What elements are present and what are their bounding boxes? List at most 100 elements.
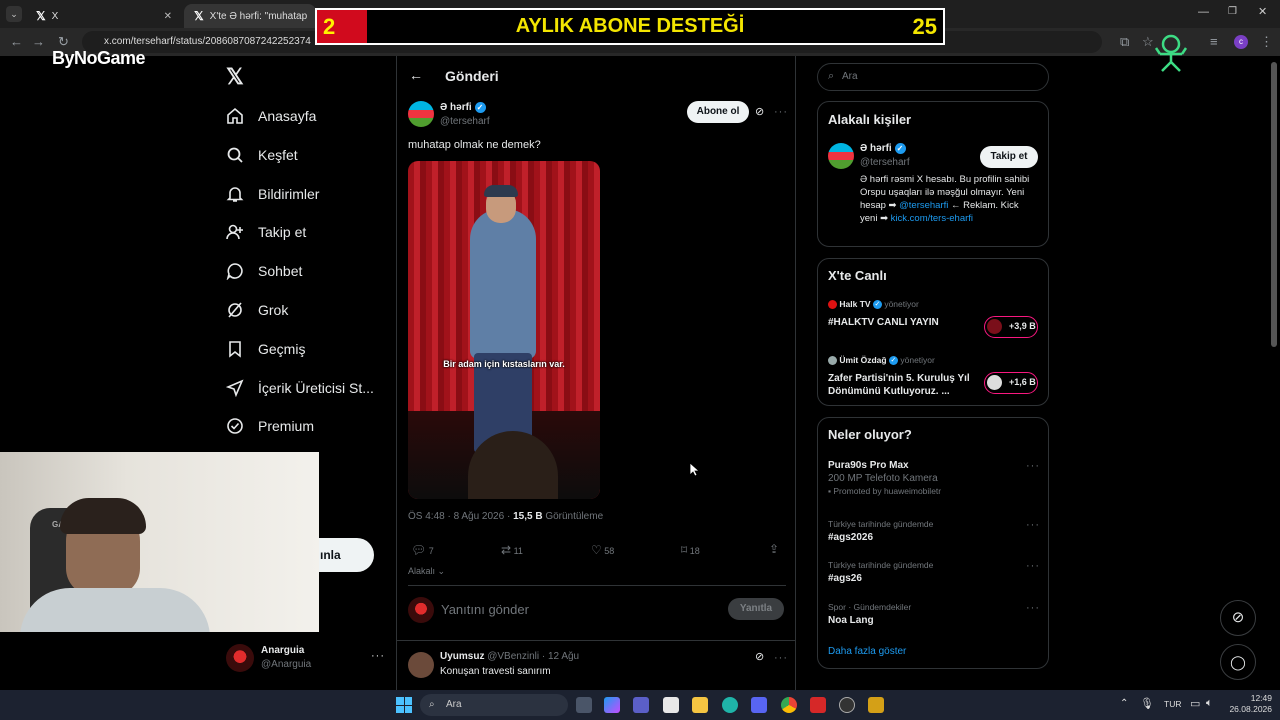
close-tab-icon[interactable]: ✕ xyxy=(164,11,172,22)
nav-history[interactable]: Geçmiş xyxy=(226,337,305,361)
subscribe-button[interactable]: Abone ol xyxy=(687,101,749,123)
chrome-icon[interactable] xyxy=(781,697,797,713)
trend-item[interactable]: Pura90s Pro Max 200 MP Telefoto Kamera ▪… xyxy=(828,460,1040,500)
copilot-icon[interactable] xyxy=(604,697,620,713)
more-icon[interactable]: ··· xyxy=(774,106,788,118)
live-title[interactable]: #HALKTV CANLI YAYIN xyxy=(828,317,939,328)
repost-action[interactable]: ⇄ 11 xyxy=(501,543,523,557)
cast-icon[interactable]: ⧉ xyxy=(1120,34,1129,50)
back-arrow-icon[interactable]: ← xyxy=(409,67,423,83)
microphone-icon[interactable]: 🎙︎ xyxy=(1140,697,1154,710)
app-icon-red[interactable] xyxy=(810,697,826,713)
comedian-figure xyxy=(470,209,536,359)
grok-icon[interactable]: ⊘ xyxy=(755,105,764,118)
rocket-icon xyxy=(226,379,244,397)
page-scrollbar[interactable] xyxy=(1271,62,1277,347)
related-handle[interactable]: @terseharf xyxy=(860,157,910,168)
share-icon[interactable]: ⇪ xyxy=(769,542,779,556)
bookmark-star-icon[interactable]: ☆ xyxy=(1142,34,1154,50)
account-switcher[interactable]: Anarguia @Anarguia ··· xyxy=(226,644,386,676)
volume-icon[interactable]: 🔈︎ xyxy=(1206,697,1213,710)
tab-x-post[interactable]: 𝕏 X'te Ə hərfi: "muhatap olma xyxy=(184,4,316,28)
taskbar-search[interactable]: ⌕ Ara xyxy=(420,694,568,716)
nav-premium[interactable]: Premium xyxy=(226,414,314,438)
more-icon[interactable]: ··· xyxy=(774,652,788,664)
nav-follow[interactable]: Takip et xyxy=(226,220,306,244)
relevance-dropdown[interactable]: Alakalı ⌄ xyxy=(408,566,445,577)
live-listeners-badge[interactable]: +1,6 B xyxy=(984,372,1038,394)
clock[interactable]: 12:49 26.08.2026 xyxy=(1222,693,1272,715)
more-icon[interactable]: ··· xyxy=(371,650,385,662)
nav-notifications[interactable]: Bildirimler xyxy=(226,182,319,206)
forward-icon[interactable]: → xyxy=(32,34,45,49)
bio-link[interactable]: kick.com/ters-eharfi xyxy=(891,213,973,224)
reply-author-name[interactable]: Uyumsuz xyxy=(440,651,484,662)
back-icon[interactable]: ← xyxy=(10,34,23,49)
display-icon[interactable]: ▭ xyxy=(1190,697,1200,710)
nav-home[interactable]: Anasayfa xyxy=(226,104,316,128)
media-control-icon[interactable]: ≡ xyxy=(1210,34,1218,49)
obs-icon[interactable] xyxy=(839,697,855,713)
reply-avatar[interactable] xyxy=(408,652,434,678)
trend-item[interactable]: Spor · Gündemdekiler Noa Lang ··· xyxy=(828,602,1040,632)
trend-item[interactable]: Türkiye tarihinde gündemde #ags2026 ··· xyxy=(828,519,1040,549)
more-icon[interactable]: ··· xyxy=(1026,460,1040,472)
live-host[interactable]: Halk TV ✓ yönetiyor xyxy=(828,299,919,310)
live-listeners-badge[interactable]: +3,9 B xyxy=(984,316,1038,338)
search-box[interactable]: ⌕ Ara xyxy=(817,63,1049,91)
app-icon-yellow[interactable] xyxy=(868,697,884,713)
home-icon xyxy=(226,107,244,125)
language-indicator[interactable]: TUR xyxy=(1164,699,1181,709)
discord-icon[interactable] xyxy=(751,697,767,713)
nav-creator-studio[interactable]: İçerik Üreticisi St... xyxy=(226,376,374,400)
x-logo-icon[interactable]: 𝕏 xyxy=(226,64,244,90)
follow-button[interactable]: Takip et xyxy=(980,146,1038,168)
edge-icon[interactable] xyxy=(722,697,738,713)
tray-chevron-icon[interactable]: ⌃ xyxy=(1120,698,1128,709)
reply-author-handle[interactable]: @VBenzinli xyxy=(487,651,539,662)
related-avatar[interactable] xyxy=(828,143,854,169)
teams-icon[interactable] xyxy=(633,697,649,713)
reply-header: Uyumsuz @VBenzinli · 12 Ağu xyxy=(440,651,579,662)
messages-float-button[interactable]: ◯ xyxy=(1220,644,1256,680)
tab-list-button[interactable]: ⌄ xyxy=(6,6,22,22)
minimize-button[interactable]: — xyxy=(1198,6,1209,18)
premium-icon xyxy=(226,417,244,435)
profile-avatar[interactable]: c xyxy=(1234,35,1248,49)
more-icon[interactable]: ··· xyxy=(1026,602,1040,614)
live-title[interactable]: Zafer Partisi'nin 5. Kuruluş Yıl Dönümün… xyxy=(828,372,978,398)
grok-icon[interactable]: ⊘ xyxy=(755,650,764,663)
show-more-link[interactable]: Daha fazla göster xyxy=(828,646,906,657)
file-explorer-icon[interactable] xyxy=(692,697,708,713)
grok-float-button[interactable]: ⊘ xyxy=(1220,600,1256,636)
reply-button[interactable]: Yanıtla xyxy=(728,598,784,620)
nav-chat[interactable]: Sohbet xyxy=(226,259,302,283)
windows-start-icon[interactable] xyxy=(396,697,412,713)
trend-item[interactable]: Türkiye tarihinde gündemde #ags26 ··· xyxy=(828,560,1040,590)
post-video[interactable]: Bir adam için kıstasların var. xyxy=(408,161,600,499)
reply-action[interactable]: 💬︎ 7 xyxy=(411,543,434,557)
author-name[interactable]: Ə hərfi ✓ xyxy=(440,102,486,113)
maximize-button[interactable]: ❐ xyxy=(1228,6,1237,17)
trend-promo: ▪ Promoted by huaweimobiletr xyxy=(828,486,942,496)
menu-icon[interactable]: ⋮ xyxy=(1260,34,1273,50)
post-text: muhatap olmak ne demek? xyxy=(408,139,541,151)
nav-grok[interactable]: Grok xyxy=(226,298,288,322)
bookmark-action[interactable]: ⌑ 18 xyxy=(681,543,700,557)
reply-input[interactable]: Yanıtını gönder xyxy=(441,602,529,617)
author-avatar[interactable] xyxy=(408,101,434,127)
bio-link[interactable]: @terseharfi xyxy=(899,200,948,211)
store-icon[interactable] xyxy=(663,697,679,713)
more-icon[interactable]: ··· xyxy=(1026,519,1040,531)
more-icon[interactable]: ··· xyxy=(1026,560,1040,572)
task-view-icon[interactable] xyxy=(576,697,592,713)
trend-subtitle: 200 MP Telefoto Kamera xyxy=(828,473,938,484)
close-window-button[interactable]: ✕ xyxy=(1258,5,1267,18)
author-handle[interactable]: @terseharf xyxy=(440,116,490,127)
like-action[interactable]: ♡ 58 xyxy=(591,543,614,557)
windows-taskbar: ⌕ Ara ⌃ 🎙︎ TUR ▭ 🔈︎ 12:49 26.08.2026 xyxy=(0,690,1280,720)
tab-x-home[interactable]: 𝕏 X ✕ xyxy=(26,4,180,28)
related-name[interactable]: Ə hərfi ✓ xyxy=(860,143,906,154)
nav-explore[interactable]: Keşfet xyxy=(226,143,298,167)
live-host[interactable]: Ümit Özdağ ✓ yönetiyor xyxy=(828,355,935,366)
